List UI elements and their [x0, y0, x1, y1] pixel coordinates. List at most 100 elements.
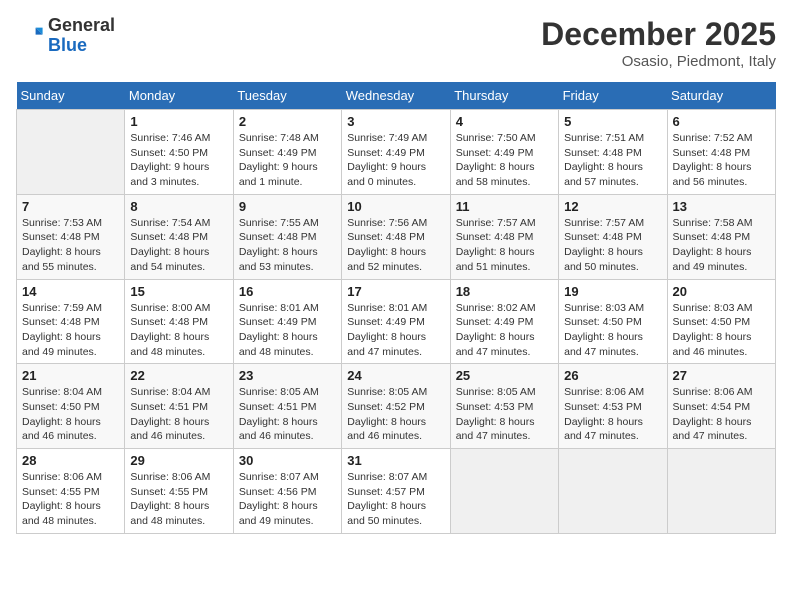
calendar-cell: 6Sunrise: 7:52 AM Sunset: 4:48 PM Daylig… [667, 110, 775, 195]
calendar-cell: 29 Sunrise: 8:06 AM Sunset: 4:55 PM Dayli… [125, 449, 233, 534]
day-number: 16 [239, 284, 336, 299]
calendar-cell: 13 Sunrise: 7:58 AM Sunset: 4:48 PM Dayli… [667, 194, 775, 279]
day-number: 1 [130, 114, 227, 129]
day-header-thursday: Thursday [450, 82, 558, 110]
day-info: Sunrise: 7:55 AM Sunset: 4:48 PM Dayligh… [239, 216, 336, 275]
calendar-cell: 9 Sunrise: 7:55 AM Sunset: 4:48 PM Daylig… [233, 194, 341, 279]
calendar-week-row: 7Sunrise: 7:53 AM Sunset: 4:48 PM Daylig… [17, 194, 776, 279]
day-number: 27 [673, 368, 770, 383]
day-number: 21 [22, 368, 119, 383]
day-info: Sunrise: 8:03 AM Sunset: 4:50 PM Dayligh… [564, 301, 661, 360]
day-info: Sunrise: 8:06 AM Sunset: 4:55 PM Dayligh… [130, 470, 227, 529]
day-number: 24 [347, 368, 444, 383]
calendar-header-row: SundayMondayTuesdayWednesdayThursdayFrid… [17, 82, 776, 110]
day-info: Sunrise: 8:07 AM Sunset: 4:57 PM Dayligh… [347, 470, 444, 529]
calendar-cell [667, 449, 775, 534]
calendar-cell: 4 Sunrise: 7:50 AM Sunset: 4:49 PM Daylig… [450, 110, 558, 195]
calendar-cell: 27 Sunrise: 8:06 AM Sunset: 4:54 PM Dayli… [667, 364, 775, 449]
logo: General Blue [16, 16, 115, 56]
location: Osasio, Piedmont, Italy [541, 53, 776, 70]
day-number: 30 [239, 453, 336, 468]
day-info: Sunrise: 7:48 AM Sunset: 4:49 PM Dayligh… [239, 131, 336, 190]
calendar-cell: 28 Sunrise: 8:06 AM Sunset: 4:55 PM Dayli… [17, 449, 125, 534]
day-number: 14 [22, 284, 119, 299]
calendar-cell: 14Sunrise: 7:59 AM Sunset: 4:48 PM Dayli… [17, 279, 125, 364]
day-number: 20 [673, 284, 770, 299]
day-info: Sunrise: 8:06 AM Sunset: 4:55 PM Dayligh… [22, 470, 119, 529]
calendar-week-row: 21Sunrise: 8:04 AM Sunset: 4:50 PM Dayli… [17, 364, 776, 449]
calendar-week-row: 14Sunrise: 7:59 AM Sunset: 4:48 PM Dayli… [17, 279, 776, 364]
logo-blue: Blue [48, 35, 87, 55]
day-info: Sunrise: 7:58 AM Sunset: 4:48 PM Dayligh… [673, 216, 770, 275]
day-info: Sunrise: 8:01 AM Sunset: 4:49 PM Dayligh… [239, 301, 336, 360]
day-info: Sunrise: 7:56 AM Sunset: 4:48 PM Dayligh… [347, 216, 444, 275]
day-info: Sunrise: 8:01 AM Sunset: 4:49 PM Dayligh… [347, 301, 444, 360]
calendar-cell: 5 Sunrise: 7:51 AM Sunset: 4:48 PM Daylig… [559, 110, 667, 195]
day-info: Sunrise: 8:06 AM Sunset: 4:53 PM Dayligh… [564, 385, 661, 444]
logo-icon [16, 22, 44, 50]
day-number: 11 [456, 199, 553, 214]
day-info: Sunrise: 8:05 AM Sunset: 4:51 PM Dayligh… [239, 385, 336, 444]
day-number: 9 [239, 199, 336, 214]
day-number: 29 [130, 453, 227, 468]
day-number: 2 [239, 114, 336, 129]
calendar-week-row: 1 Sunrise: 7:46 AM Sunset: 4:50 PM Daylig… [17, 110, 776, 195]
day-info: Sunrise: 8:07 AM Sunset: 4:56 PM Dayligh… [239, 470, 336, 529]
calendar-cell [559, 449, 667, 534]
calendar-cell: 22Sunrise: 8:04 AM Sunset: 4:51 PM Dayli… [125, 364, 233, 449]
day-header-saturday: Saturday [667, 82, 775, 110]
day-header-friday: Friday [559, 82, 667, 110]
day-info: Sunrise: 7:57 AM Sunset: 4:48 PM Dayligh… [456, 216, 553, 275]
day-number: 17 [347, 284, 444, 299]
calendar-cell: 3Sunrise: 7:49 AM Sunset: 4:49 PM Daylig… [342, 110, 450, 195]
day-header-sunday: Sunday [17, 82, 125, 110]
logo-text: General Blue [48, 16, 115, 56]
calendar-cell: 25Sunrise: 8:05 AM Sunset: 4:53 PM Dayli… [450, 364, 558, 449]
calendar-cell: 19Sunrise: 8:03 AM Sunset: 4:50 PM Dayli… [559, 279, 667, 364]
day-info: Sunrise: 8:03 AM Sunset: 4:50 PM Dayligh… [673, 301, 770, 360]
day-number: 18 [456, 284, 553, 299]
calendar-cell: 31Sunrise: 8:07 AM Sunset: 4:57 PM Dayli… [342, 449, 450, 534]
day-number: 10 [347, 199, 444, 214]
day-number: 13 [673, 199, 770, 214]
title-block: December 2025 Osasio, Piedmont, Italy [541, 16, 776, 70]
day-header-tuesday: Tuesday [233, 82, 341, 110]
calendar-cell: 11 Sunrise: 7:57 AM Sunset: 4:48 PM Dayli… [450, 194, 558, 279]
day-info: Sunrise: 8:02 AM Sunset: 4:49 PM Dayligh… [456, 301, 553, 360]
day-info: Sunrise: 8:00 AM Sunset: 4:48 PM Dayligh… [130, 301, 227, 360]
day-number: 7 [22, 199, 119, 214]
calendar-cell: 17 Sunrise: 8:01 AM Sunset: 4:49 PM Dayli… [342, 279, 450, 364]
calendar-cell: 18 Sunrise: 8:02 AM Sunset: 4:49 PM Dayli… [450, 279, 558, 364]
day-info: Sunrise: 7:57 AM Sunset: 4:48 PM Dayligh… [564, 216, 661, 275]
day-info: Sunrise: 8:05 AM Sunset: 4:52 PM Dayligh… [347, 385, 444, 444]
calendar-cell: 2 Sunrise: 7:48 AM Sunset: 4:49 PM Daylig… [233, 110, 341, 195]
day-number: 28 [22, 453, 119, 468]
day-number: 4 [456, 114, 553, 129]
page-header: General Blue December 2025 Osasio, Piedm… [16, 16, 776, 70]
day-info: Sunrise: 7:51 AM Sunset: 4:48 PM Dayligh… [564, 131, 661, 190]
month-title: December 2025 [541, 16, 776, 53]
day-info: Sunrise: 8:04 AM Sunset: 4:51 PM Dayligh… [130, 385, 227, 444]
day-number: 12 [564, 199, 661, 214]
calendar-cell: 15Sunrise: 8:00 AM Sunset: 4:48 PM Dayli… [125, 279, 233, 364]
day-info: Sunrise: 7:46 AM Sunset: 4:50 PM Dayligh… [130, 131, 227, 190]
day-number: 8 [130, 199, 227, 214]
day-number: 26 [564, 368, 661, 383]
calendar-cell: 7Sunrise: 7:53 AM Sunset: 4:48 PM Daylig… [17, 194, 125, 279]
day-number: 23 [239, 368, 336, 383]
logo-general: General [48, 15, 115, 35]
calendar-cell [450, 449, 558, 534]
calendar-cell: 26 Sunrise: 8:06 AM Sunset: 4:53 PM Dayli… [559, 364, 667, 449]
day-header-monday: Monday [125, 82, 233, 110]
calendar-cell: 12 Sunrise: 7:57 AM Sunset: 4:48 PM Dayli… [559, 194, 667, 279]
calendar-cell: 10 Sunrise: 7:56 AM Sunset: 4:48 PM Dayli… [342, 194, 450, 279]
day-info: Sunrise: 7:54 AM Sunset: 4:48 PM Dayligh… [130, 216, 227, 275]
calendar-cell: 24 Sunrise: 8:05 AM Sunset: 4:52 PM Dayli… [342, 364, 450, 449]
calendar-cell: 20 Sunrise: 8:03 AM Sunset: 4:50 PM Dayli… [667, 279, 775, 364]
calendar-cell: 8 Sunrise: 7:54 AM Sunset: 4:48 PM Daylig… [125, 194, 233, 279]
day-number: 5 [564, 114, 661, 129]
day-info: Sunrise: 7:50 AM Sunset: 4:49 PM Dayligh… [456, 131, 553, 190]
day-info: Sunrise: 8:06 AM Sunset: 4:54 PM Dayligh… [673, 385, 770, 444]
calendar-cell: 21Sunrise: 8:04 AM Sunset: 4:50 PM Dayli… [17, 364, 125, 449]
calendar-cell: 16 Sunrise: 8:01 AM Sunset: 4:49 PM Dayli… [233, 279, 341, 364]
